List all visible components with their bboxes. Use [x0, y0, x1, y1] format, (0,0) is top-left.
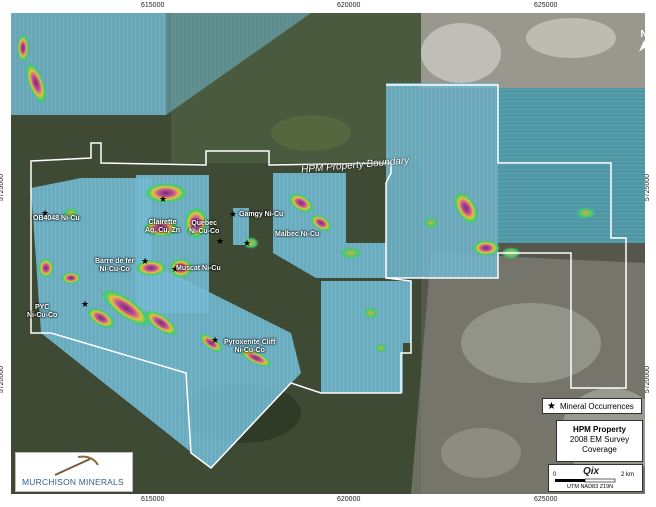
map-title: HPM Property	[573, 425, 626, 434]
occurrence-line: Pyroxenite Cliff	[224, 339, 276, 346]
tick-bottom: 625000	[534, 496, 558, 503]
north-arrow-shape	[639, 40, 645, 52]
tick-bottom: 620000	[337, 496, 361, 503]
occurrence-line: Gamgy Ni-Cu	[239, 211, 284, 218]
occurrence-line: Ni-Cu-Co	[234, 347, 265, 354]
projection-label: UTM NAD83 Z19N	[567, 484, 614, 490]
map-subtitle-2: Coverage	[582, 445, 617, 454]
occurrence-label: Barre de fer Ni-Cu-Co	[95, 258, 134, 274]
legend-label: Mineral Occurrences	[559, 401, 634, 411]
occurrence-label: Gamgy Ni-Cu	[239, 211, 283, 219]
north-label: N	[640, 29, 645, 40]
occurrence-star-icon: ★	[159, 194, 168, 204]
occurrence-label: OB4048 Ni-Cu	[33, 215, 80, 223]
occurrence-label: PYC Ni-Cu-Co	[27, 304, 57, 320]
occurrence-label: Malbec Ni-Cu	[275, 231, 319, 239]
map-imagery	[11, 13, 645, 494]
occurrence-line: PYC	[34, 304, 50, 311]
occurrence-line: Ag, Cu, Zn	[145, 227, 180, 234]
occurrence-line: Ni-Cu-Co	[27, 312, 58, 319]
map-panel: HPM Property Boundary N ★ OB4048 Ni-Cu ★…	[11, 13, 645, 494]
occurrence-label: Pyroxenite Cliff Ni-Cu-Co	[224, 339, 275, 355]
occurrence-line: Barre de fer	[95, 258, 135, 265]
pickaxe-icon	[54, 455, 99, 476]
tick-bottom: 615000	[141, 496, 165, 503]
occurrence-star-icon: ★	[141, 256, 150, 266]
tick-right: 5725000	[644, 173, 652, 202]
occurrence-star-icon: ★	[216, 236, 225, 246]
occurrence-line: Clairette	[148, 219, 177, 226]
occurrence-label: Muscat Ni-Cu	[176, 265, 221, 273]
occurrence-line: Malbec Ni-Cu	[275, 231, 320, 238]
occurrence-star-icon: ★	[243, 238, 252, 248]
company-logo: MURCHISON MINERALS	[15, 452, 133, 492]
tick-left: 5725000	[0, 173, 6, 202]
company-name: MURCHISON MINERALS	[22, 477, 124, 487]
map-subtitle: 2008 EM Survey	[569, 435, 630, 444]
occurrence-line: Ni-Cu-Co	[189, 228, 220, 235]
occurrence-star-icon: ★	[81, 299, 90, 309]
occurrence-line: Muscat Ni-Cu	[176, 265, 221, 272]
north-arrow-icon: N	[635, 29, 645, 57]
tick-top: 625000	[534, 2, 558, 9]
occurrence-label: Clairette Ag, Cu, Zn	[145, 219, 180, 235]
occurrence-star-icon: ★	[211, 335, 220, 345]
occurrence-line: OB4048 Ni-Cu	[33, 215, 80, 222]
tick-right: 5720000	[644, 365, 652, 394]
title-box: HPM Property 2008 EM Survey Coverage	[556, 420, 643, 462]
star-icon: ★	[547, 400, 556, 412]
scale-box: Qix 0 2 km UTM NAD83 Z19N	[548, 464, 643, 492]
tick-left: 5720000	[0, 365, 6, 394]
tick-top: 620000	[337, 2, 361, 9]
map-figure: 615000 620000 625000 615000 620000 62500…	[0, 0, 656, 507]
legend: ★ Mineral Occurrences	[542, 398, 642, 414]
occurrence-line: Ni-Cu-Co	[99, 266, 130, 273]
occurrence-label: Quebec Ni-Cu-Co	[189, 220, 219, 236]
occurrence-line: Quebec	[191, 220, 217, 227]
tick-top: 615000	[141, 2, 165, 9]
occurrence-star-icon: ★	[229, 209, 238, 219]
